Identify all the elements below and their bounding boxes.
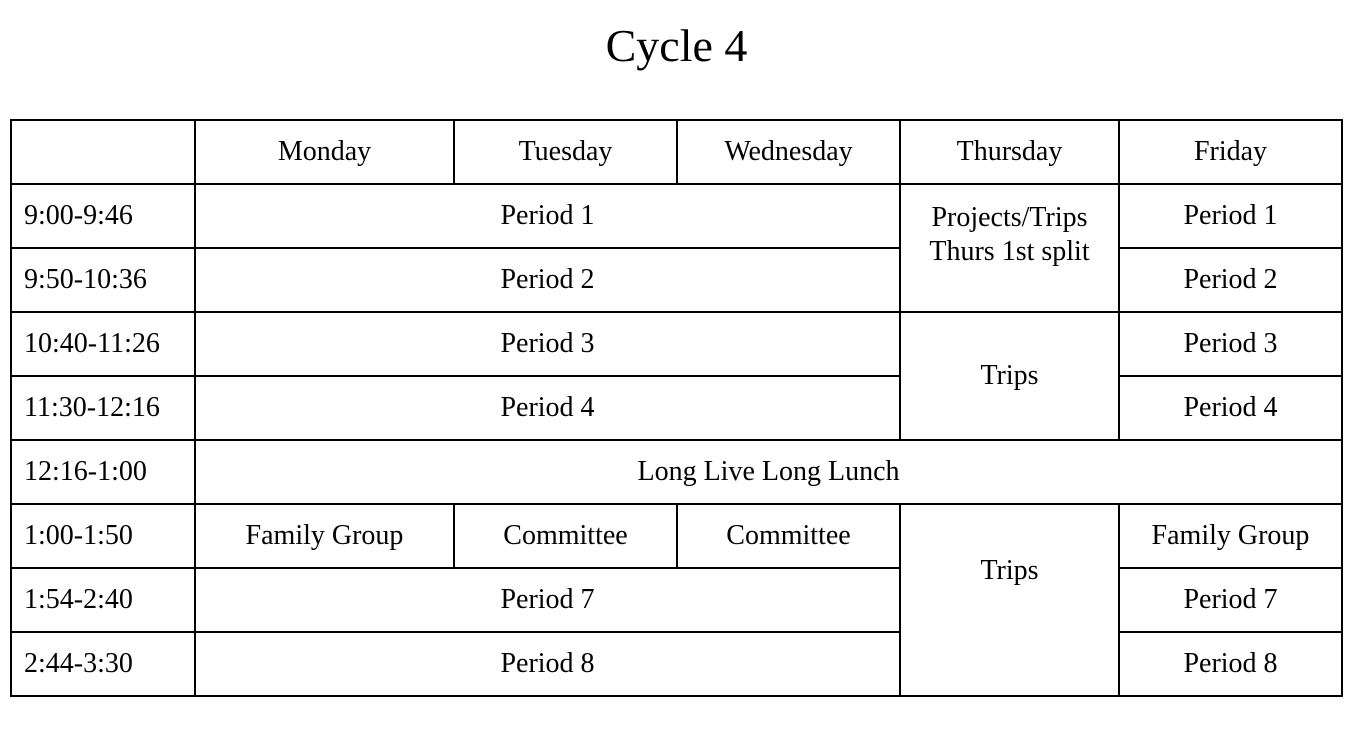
day-header-wednesday: Wednesday [676, 119, 901, 185]
period-cell: Period 1 [194, 183, 901, 249]
friday-cell: Family Group [1118, 503, 1343, 569]
thursday-trips-cell: Trips [899, 311, 1120, 441]
friday-cell: Period 4 [1118, 375, 1343, 441]
period-cell: Period 7 [194, 567, 901, 633]
thursday-projects-cell: Projects/Trips Thurs 1st split [899, 183, 1120, 313]
day-header-thursday: Thursday [899, 119, 1120, 185]
page-title: Cycle 4 [605, 20, 748, 71]
lunch-cell: Long Live Long Lunch [194, 439, 1343, 505]
table-row: 1:54-2:40 Period 7 Period 7 [10, 567, 1343, 633]
time-cell: 2:44-3:30 [10, 631, 196, 697]
monday-family-group-cell: Family Group [194, 503, 455, 569]
period-cell: Period 8 [194, 631, 901, 697]
time-cell: 1:00-1:50 [10, 503, 196, 569]
period-cell: Period 2 [194, 247, 901, 313]
friday-cell: Period 3 [1118, 311, 1343, 377]
friday-cell: Period 1 [1118, 183, 1343, 249]
corner-cell [10, 119, 196, 185]
friday-cell: Period 2 [1118, 247, 1343, 313]
time-cell: 10:40-11:26 [10, 311, 196, 377]
thursday-projects-line2: Thurs 1st split [929, 236, 1090, 267]
friday-cell: Period 7 [1118, 567, 1343, 633]
day-header-monday: Monday [194, 119, 455, 185]
wednesday-committee-cell: Committee [676, 503, 901, 569]
table-row: 2:44-3:30 Period 8 Period 8 [10, 631, 1343, 697]
thursday-afternoon-trips-cell: Trips [899, 503, 1120, 697]
time-cell: 11:30-12:16 [10, 375, 196, 441]
day-header-friday: Friday [1118, 119, 1343, 185]
thursday-projects-line1: Projects/Trips [931, 202, 1088, 233]
time-cell: 9:50-10:36 [10, 247, 196, 313]
tuesday-committee-cell: Committee [453, 503, 678, 569]
period-cell: Period 4 [194, 375, 901, 441]
table-row: 9:50-10:36 Period 2 Period 2 [10, 247, 1343, 313]
table-row: 1:00-1:50 Family Group Committee Committ… [10, 503, 1343, 697]
table-row: 9:00-9:46 Period 1 Projects/Trips Thurs … [10, 183, 1343, 313]
header-row: Monday Tuesday Wednesday Thursday Friday [10, 119, 1343, 185]
time-cell: 12:16-1:00 [10, 439, 196, 505]
table-row: 11:30-12:16 Period 4 Period 4 [10, 375, 1343, 441]
lunch-row: 12:16-1:00 Long Live Long Lunch [10, 439, 1343, 505]
day-header-tuesday: Tuesday [453, 119, 678, 185]
time-cell: 9:00-9:46 [10, 183, 196, 249]
friday-cell: Period 8 [1118, 631, 1343, 697]
period-cell: Period 3 [194, 311, 901, 377]
time-cell: 1:54-2:40 [10, 567, 196, 633]
schedule-table: Monday Tuesday Wednesday Thursday Friday… [10, 119, 1343, 697]
table-row: 10:40-11:26 Period 3 Trips Period 3 [10, 311, 1343, 441]
